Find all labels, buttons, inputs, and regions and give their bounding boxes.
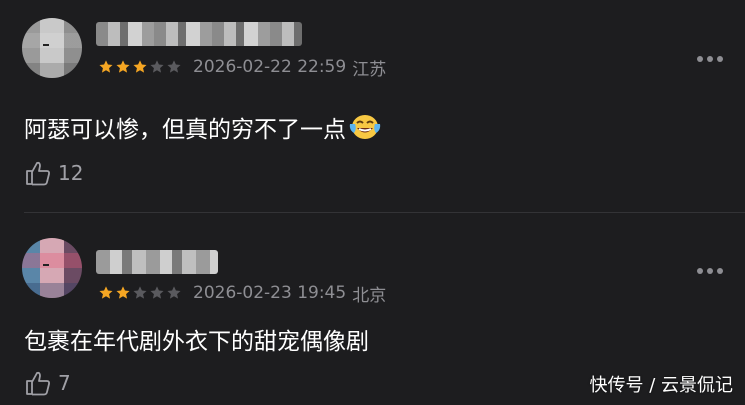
like-count: 12 bbox=[58, 161, 84, 185]
comment-text-row: 包裹在年代剧外衣下的甜宠偶像剧 bbox=[24, 322, 369, 356]
comment-location: 北京 bbox=[352, 285, 387, 306]
watermark: 快传号 / 云景侃记 bbox=[589, 375, 733, 396]
comment-text-row: 阿瑟可以惨，但真的穷不了一点 bbox=[24, 110, 382, 144]
comment-text: 包裹在年代剧外衣下的甜宠偶像剧 bbox=[24, 329, 369, 355]
username-blurred[interactable] bbox=[96, 250, 218, 274]
star-rating bbox=[98, 285, 183, 301]
star-filled-icon bbox=[133, 60, 147, 73]
comment-meta: 2026-02-23 19:45 北京 bbox=[98, 282, 387, 306]
thumbs-up-icon bbox=[26, 371, 50, 396]
avatar[interactable] bbox=[22, 18, 82, 78]
username-blurred[interactable] bbox=[96, 22, 302, 46]
star-filled-icon bbox=[99, 286, 113, 299]
star-filled-icon bbox=[116, 286, 130, 299]
star-filled-icon bbox=[116, 60, 130, 73]
comment-meta: 2026-02-22 22:59 江苏 bbox=[98, 56, 387, 80]
star-empty-icon bbox=[133, 286, 147, 299]
comment-date: 2026-02-23 19:45 bbox=[193, 283, 347, 303]
thumbs-up-icon bbox=[26, 161, 50, 186]
like-button[interactable]: 12 bbox=[24, 158, 83, 188]
more-options-icon[interactable] bbox=[697, 56, 723, 62]
star-empty-icon bbox=[150, 286, 164, 299]
like-button[interactable]: 7 bbox=[24, 368, 71, 398]
star-empty-icon bbox=[150, 60, 164, 73]
comment-location: 江苏 bbox=[352, 59, 387, 80]
divider bbox=[24, 212, 745, 213]
comment-date: 2026-02-22 22:59 bbox=[193, 57, 347, 77]
star-filled-icon bbox=[99, 60, 113, 73]
star-rating bbox=[98, 59, 183, 75]
laughing-tears-emoji-icon bbox=[349, 115, 381, 139]
comment-text: 阿瑟可以惨，但真的穷不了一点 bbox=[24, 117, 346, 143]
avatar[interactable] bbox=[22, 238, 82, 298]
star-empty-icon bbox=[167, 60, 181, 73]
star-empty-icon bbox=[167, 286, 181, 299]
like-count: 7 bbox=[58, 371, 71, 395]
more-options-icon[interactable] bbox=[697, 268, 723, 274]
